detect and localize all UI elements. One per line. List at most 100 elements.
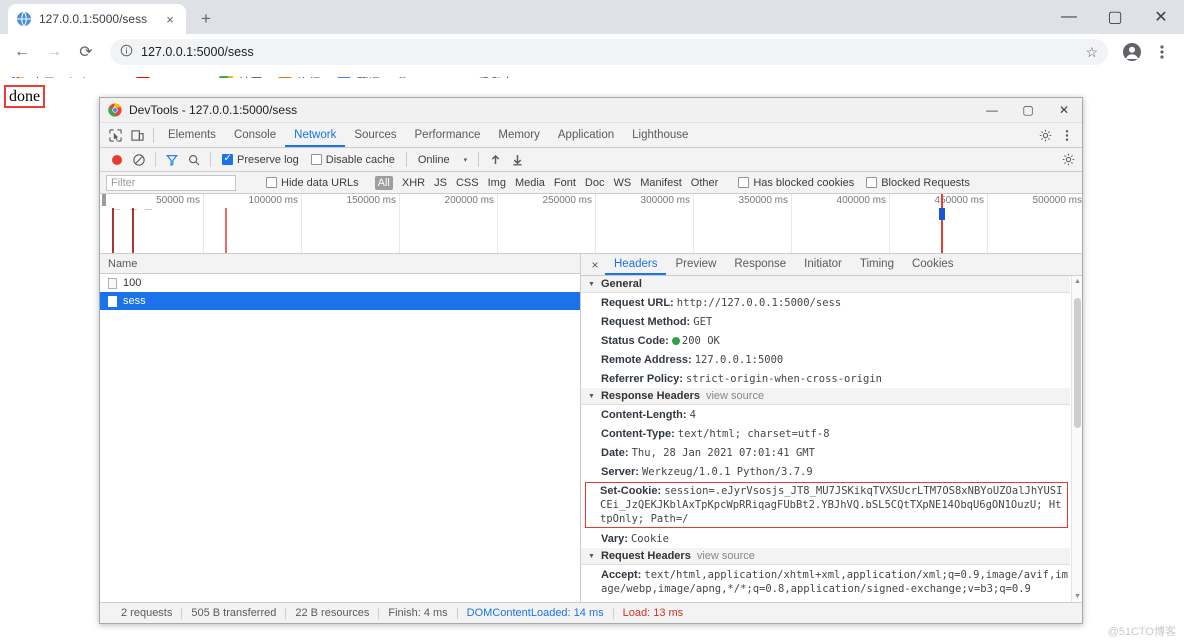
reload-icon[interactable]: ⟳	[72, 38, 100, 66]
maximize-icon[interactable]: ▢	[1092, 1, 1138, 33]
network-toolbar: Preserve log Disable cache Online ▾	[100, 148, 1082, 172]
hide-data-urls-checkbox[interactable]: Hide data URLs	[260, 177, 365, 189]
filter-type-manifest[interactable]: Manifest	[640, 177, 682, 189]
tick-label: 500000 ms	[1032, 195, 1082, 206]
header-row: Status Code: 200 OK	[581, 331, 1070, 350]
close-window-icon[interactable]: ✕	[1138, 1, 1184, 33]
section-header-request-headers[interactable]: ▼ Request Headers view source	[581, 548, 1070, 565]
header-key: Server:	[601, 465, 639, 478]
filter-type-font[interactable]: Font	[554, 177, 576, 189]
filter-type-img[interactable]: Img	[488, 177, 506, 189]
new-tab-button[interactable]: +	[192, 5, 220, 33]
preserve-log-checkbox[interactable]: Preserve log	[216, 153, 305, 166]
close-icon[interactable]: ✕	[1046, 98, 1082, 123]
tab-network[interactable]: Network	[285, 123, 346, 147]
tab-console[interactable]: Console	[225, 123, 285, 147]
tab-initiator[interactable]: Initiator	[795, 254, 851, 275]
tab-memory[interactable]: Memory	[489, 123, 549, 147]
tab-headers[interactable]: Headers	[605, 254, 667, 275]
bookmark-star-icon[interactable]: ☆	[1085, 44, 1098, 61]
tab-preview[interactable]: Preview	[666, 254, 725, 275]
filter-type-doc[interactable]: Doc	[585, 177, 605, 189]
close-icon[interactable]: ×	[162, 11, 178, 27]
import-har-icon[interactable]	[484, 149, 506, 171]
forward-icon[interactable]: →	[40, 38, 68, 66]
section-header-general[interactable]: ▼ General	[581, 276, 1070, 293]
info-circle-icon[interactable]	[120, 44, 133, 60]
view-source-link[interactable]: view source	[697, 550, 755, 562]
tab-sources[interactable]: Sources	[345, 123, 405, 147]
request-list-header[interactable]: Name	[100, 254, 580, 274]
settings-gear-icon[interactable]	[1034, 124, 1056, 146]
section-header-response-headers[interactable]: ▼ Response Headers view source	[581, 388, 1070, 405]
address-bar[interactable]: 127.0.0.1:5000/sess ☆	[110, 39, 1108, 65]
header-value: 4	[689, 408, 696, 421]
throttling-select[interactable]: Online ▾	[412, 154, 473, 166]
table-row[interactable]: sess	[100, 292, 580, 310]
toolbar-right	[1118, 38, 1176, 66]
header-key: Remote Address:	[601, 353, 692, 366]
tab-elements[interactable]: Elements	[159, 123, 225, 147]
clear-button[interactable]	[128, 149, 150, 171]
status-requests: 2 requests	[121, 607, 173, 619]
has-blocked-cookies-label: Has blocked cookies	[753, 176, 855, 189]
minimize-icon[interactable]: —	[1046, 1, 1092, 33]
url-text: 127.0.0.1:5000/sess	[141, 45, 254, 59]
tab-cookies[interactable]: Cookies	[903, 254, 963, 275]
has-blocked-cookies-checkbox[interactable]: Has blocked cookies	[732, 177, 860, 189]
tab-lighthouse[interactable]: Lighthouse	[623, 123, 697, 147]
export-har-icon[interactable]	[506, 149, 528, 171]
filter-funnel-icon[interactable]	[161, 149, 183, 171]
filter-type-js[interactable]: JS	[434, 177, 447, 189]
header-key: Referrer Policy:	[601, 372, 683, 385]
filter-input[interactable]: Filter	[106, 174, 236, 191]
minimize-icon[interactable]: —	[974, 98, 1010, 123]
filter-type-all[interactable]: All	[374, 175, 393, 190]
header-key: Accept:	[601, 568, 642, 581]
request-rows: 100 sess	[100, 274, 580, 602]
detail-scrollbar[interactable]: ▲ ▼	[1071, 276, 1082, 602]
network-overview-timeline[interactable]: 50000 ms 100000 ms 150000 ms 200000 ms 2…	[100, 194, 1082, 254]
globe-icon	[16, 11, 32, 27]
browser-tab[interactable]: 127.0.0.1:5000/sess ×	[8, 4, 186, 34]
network-settings-gear-icon[interactable]	[1060, 149, 1082, 171]
scroll-down-arrow-icon[interactable]: ▼	[1072, 591, 1082, 602]
filter-type-xhr[interactable]: XHR	[402, 177, 425, 189]
tab-response[interactable]: Response	[725, 254, 795, 275]
header-key: Request URL:	[601, 296, 674, 309]
search-icon[interactable]	[183, 149, 205, 171]
scroll-up-arrow-icon[interactable]: ▲	[1072, 276, 1082, 287]
kebab-menu-icon[interactable]	[1148, 38, 1176, 66]
disable-cache-checkbox[interactable]: Disable cache	[305, 154, 401, 166]
maximize-icon[interactable]: ▢	[1010, 98, 1046, 123]
request-name: sess	[123, 295, 146, 307]
header-row: Referrer Policy: strict-origin-when-cros…	[581, 369, 1070, 388]
document-icon	[108, 277, 117, 289]
filter-type-other[interactable]: Other	[691, 177, 719, 189]
close-icon[interactable]: ×	[585, 258, 605, 272]
request-list: Name 100 sess	[100, 254, 581, 602]
tab-timing[interactable]: Timing	[851, 254, 903, 275]
record-button[interactable]	[106, 149, 128, 171]
request-detail-panel: × Headers Preview Response Initiator Tim…	[581, 254, 1082, 602]
more-options-icon[interactable]	[1056, 124, 1078, 146]
divider	[210, 152, 211, 167]
filter-type-media[interactable]: Media	[515, 177, 545, 189]
blocked-requests-checkbox[interactable]: Blocked Requests	[860, 177, 976, 189]
browser-window: 127.0.0.1:5000/sess × + — ▢ ✕ ← → ⟳ 127.…	[0, 0, 1184, 643]
filter-type-css[interactable]: CSS	[456, 177, 479, 189]
scrollbar-thumb[interactable]	[1074, 298, 1081, 428]
back-icon[interactable]: ←	[8, 38, 36, 66]
tab-application[interactable]: Application	[549, 123, 623, 147]
view-source-link[interactable]: view source	[706, 390, 764, 402]
tick-label: 350000 ms	[738, 195, 788, 206]
inspect-element-icon[interactable]	[104, 124, 126, 146]
filter-type-ws[interactable]: WS	[613, 177, 631, 189]
tab-performance[interactable]: Performance	[406, 123, 490, 147]
account-avatar-icon[interactable]	[1118, 38, 1146, 66]
selected-request-marker	[939, 194, 945, 253]
table-row[interactable]: 100	[100, 274, 580, 292]
device-toolbar-icon[interactable]	[126, 124, 148, 146]
detail-tabs: × Headers Preview Response Initiator Tim…	[581, 254, 1082, 276]
status-resources: 22 B resources	[295, 607, 370, 619]
